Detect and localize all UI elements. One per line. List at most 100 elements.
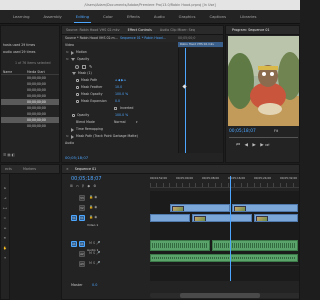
blend-mode-select[interactable]: Normal xyxy=(114,119,136,126)
effect-garbage-matte[interactable]: Mask Path (Track Point Garbage Matte) xyxy=(76,133,138,140)
workspace-libraries[interactable]: Libraries xyxy=(233,10,263,24)
sequence-selector[interactable]: Sequence 01 * Robin Hood... xyxy=(120,35,172,42)
track-v2[interactable]: V2 xyxy=(79,205,85,211)
slip-tool-icon[interactable]: ↔ xyxy=(2,225,8,231)
tab-source[interactable]: Source: Robin Hood VHS 02.mkv xyxy=(62,26,124,34)
tab-markers[interactable]: Markers xyxy=(19,165,40,173)
effect-time-remapping[interactable]: Time Remapping xyxy=(76,126,103,133)
fit-select[interactable]: Fit xyxy=(274,129,278,133)
ripple-tool-icon[interactable]: ⟷ xyxy=(2,205,8,211)
chevron-right-icon[interactable] xyxy=(71,134,74,139)
lock-icon[interactable]: 🔒 ◉ xyxy=(89,215,97,219)
mask-opacity-value[interactable]: 100.0 % xyxy=(115,91,128,98)
lock-icon[interactable]: 🔒 ◉ xyxy=(89,205,97,209)
track-v1[interactable]: V1 xyxy=(79,215,85,221)
tab-project[interactable]: ects xyxy=(1,165,16,173)
video-clip[interactable] xyxy=(170,204,230,212)
ec-bottom-timecode[interactable]: 00;05;18;07 xyxy=(65,155,88,160)
stopwatch-icon[interactable] xyxy=(76,100,79,103)
effect-opacity[interactable]: Opacity xyxy=(77,56,89,63)
hand-tool-icon[interactable]: ✋ xyxy=(2,245,8,251)
track-select-tool-icon[interactable]: ⇥ xyxy=(2,195,8,201)
ec-timecode: 00;05;00;0 xyxy=(178,36,196,40)
program-scrubber[interactable] xyxy=(229,137,298,138)
close-icon[interactable]: × xyxy=(64,165,71,173)
track-v3[interactable]: V3 xyxy=(79,195,85,201)
workspace-color[interactable]: Color xyxy=(96,10,120,24)
rect-mask-icon[interactable] xyxy=(82,64,86,69)
tab-effect-controls[interactable]: Effect Controls xyxy=(123,26,156,34)
pen-mask-icon[interactable]: ✎ xyxy=(89,63,92,70)
timeline-scrollbar[interactable] xyxy=(150,293,299,298)
pen-tool-icon[interactable]: ✒ xyxy=(2,235,8,241)
timeline-timecode[interactable]: 00;05;18;07 xyxy=(71,176,102,182)
source-patch-a1[interactable]: A1 xyxy=(71,241,77,247)
mute-icon[interactable]: M S 🎤 xyxy=(89,241,100,245)
tab-sequence[interactable]: Sequence 01 xyxy=(70,165,101,173)
selection-count: 1 of 76 items selected xyxy=(15,61,51,65)
clip-thumbnail xyxy=(256,216,268,221)
mask-name[interactable]: Mask (1) xyxy=(78,70,92,77)
timeline-options-icons[interactable]: ⊞ ∩ ⚲ ◆ ⚙ xyxy=(70,184,97,188)
audio-clip[interactable] xyxy=(150,254,298,262)
scrollbar-thumb[interactable] xyxy=(180,293,260,298)
video-frame[interactable] xyxy=(226,36,299,126)
workspace-editing[interactable]: Editing xyxy=(69,10,96,24)
video-clip[interactable] xyxy=(232,204,298,212)
ellipse-mask-icon[interactable] xyxy=(75,64,79,69)
effect-motion[interactable]: Motion xyxy=(76,49,87,56)
mask-feather-value[interactable]: 10.0 xyxy=(115,84,122,91)
chevron-down-icon[interactable]: ▾ xyxy=(136,119,138,126)
selection-tool-icon[interactable]: ➤ xyxy=(2,185,8,191)
tab-program[interactable]: Program: Sequence 01 xyxy=(228,26,274,34)
playhead-line[interactable] xyxy=(185,48,186,153)
video-clip[interactable] xyxy=(254,214,298,222)
track-a2[interactable]: A2 xyxy=(79,251,85,257)
clip-selector[interactable]: Source * Robin Hood VHS 02.m... xyxy=(65,35,120,42)
stopwatch-icon[interactable] xyxy=(76,93,79,96)
track-a3[interactable]: A3 xyxy=(79,261,85,267)
col-media-start[interactable]: Media Start xyxy=(27,69,57,74)
chevron-right-icon[interactable] xyxy=(71,50,74,55)
chevron-down-icon[interactable] xyxy=(71,58,75,61)
inverted-checkbox[interactable] xyxy=(114,107,117,110)
time-ruler[interactable]: 00;04;52;00 00;05;00;00 00;05;08;00 00;0… xyxy=(150,176,299,188)
video-clip[interactable] xyxy=(192,214,252,222)
master-value[interactable]: 0.0 xyxy=(92,283,97,287)
timeline-playhead[interactable] xyxy=(230,176,231,281)
mute-icon[interactable]: M S 🎤 xyxy=(89,251,100,255)
col-name[interactable]: Name xyxy=(1,69,27,74)
workspace-learning[interactable]: Learning xyxy=(6,10,36,24)
stopwatch-icon[interactable] xyxy=(72,114,75,117)
text-tool-icon[interactable]: T xyxy=(2,255,8,261)
razor-tool-icon[interactable]: ✂ xyxy=(2,215,8,221)
inverted-label: Inverted xyxy=(120,106,134,110)
list-item[interactable]: 00;00;00;00 xyxy=(1,123,59,129)
mute-icon[interactable]: M S 🎤 xyxy=(89,261,100,265)
clip-bar[interactable]: Robin Hood VHS 02.mkv xyxy=(178,42,223,47)
mask-expansion-value[interactable]: 0.0 xyxy=(115,98,120,105)
chevron-down-icon[interactable] xyxy=(72,72,76,75)
workspace-assembly[interactable]: Assembly xyxy=(36,10,68,24)
lock-icon[interactable]: 🔒 ◉ xyxy=(89,195,97,199)
tab-audio-clip-mixer[interactable]: Audio Clip Mixer: Seq xyxy=(156,26,199,34)
video-clip[interactable] xyxy=(150,214,190,222)
workspace-graphics[interactable]: Graphics xyxy=(172,10,203,24)
workspace-effects[interactable]: Effects xyxy=(120,10,147,24)
audio-clip[interactable] xyxy=(212,240,298,251)
track-lanes[interactable] xyxy=(150,176,299,281)
stopwatch-icon[interactable] xyxy=(76,86,79,89)
program-timecode[interactable]: 00;05;18;07 xyxy=(229,129,256,134)
source-patch-v1[interactable]: V1 xyxy=(71,215,77,221)
list-view-icon[interactable]: ☰ ▦ ◧ xyxy=(3,153,15,157)
opacity-value[interactable]: 100.0 % xyxy=(115,112,128,119)
stopwatch-icon[interactable] xyxy=(76,79,79,82)
transport-controls[interactable]: ⏮ ◀ ▶ ▶⏭ xyxy=(236,142,271,148)
keyframe-area[interactable] xyxy=(178,48,223,153)
chevron-right-icon[interactable] xyxy=(71,127,74,132)
track-a1[interactable]: A1 xyxy=(79,241,85,247)
track-controls[interactable]: ◂ ◀ ▶ ▸ xyxy=(115,77,126,84)
audio-clip[interactable] xyxy=(150,240,210,251)
workspace-audio[interactable]: Audio xyxy=(147,10,172,24)
workspace-captions[interactable]: Captions xyxy=(202,10,233,24)
